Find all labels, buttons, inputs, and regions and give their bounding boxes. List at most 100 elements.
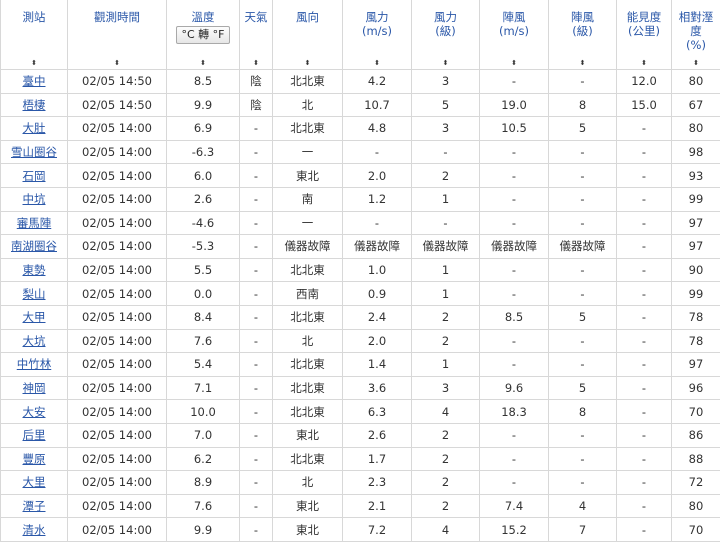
column-header-gust-level[interactable]: 陣風(級)⬍	[549, 0, 617, 70]
cell-wind-force-level: 2	[412, 471, 480, 495]
table-row: 神岡02/05 14:007.1-北北東3.639.65-96	[1, 376, 720, 400]
cell-gust-level: -	[549, 471, 617, 495]
station-link[interactable]: 東勢	[23, 263, 46, 277]
cell-wind-force-level: 2	[412, 494, 480, 518]
column-header-gust-ms[interactable]: 陣風(m/s)⬍	[480, 0, 549, 70]
cell-station: 后里	[1, 423, 68, 447]
cell-visibility: -	[617, 518, 672, 542]
cell-gust-ms: -	[480, 329, 549, 353]
station-link[interactable]: 大甲	[23, 310, 46, 324]
column-header-obs-time[interactable]: 觀測時間⬍	[68, 0, 167, 70]
station-link[interactable]: 大里	[23, 475, 46, 489]
table-row: 后里02/05 14:007.0-東北2.62---86	[1, 423, 720, 447]
station-link[interactable]: 南湖圈谷	[11, 239, 57, 253]
table-row: 審馬陣02/05 14:00-4.6-一-----97	[1, 211, 720, 235]
sort-arrows-icon[interactable]: ⬍	[167, 60, 239, 67]
cell-weather: -	[240, 518, 273, 542]
station-link[interactable]: 大肚	[23, 121, 46, 135]
cell-wind-direction: 北北東	[273, 70, 343, 94]
station-link[interactable]: 雪山圈谷	[11, 145, 57, 159]
sort-arrows-icon[interactable]: ⬍	[1, 60, 67, 67]
column-header-wind-speed-ms[interactable]: 風力(m/s)⬍	[343, 0, 412, 70]
sort-arrows-icon[interactable]: ⬍	[672, 60, 720, 67]
cell-station: 東勢	[1, 258, 68, 282]
column-header-wind-force-level[interactable]: 風力(級)⬍	[412, 0, 480, 70]
station-link[interactable]: 臺中	[23, 74, 46, 88]
station-link[interactable]: 清水	[23, 523, 46, 537]
cell-station: 石岡	[1, 164, 68, 188]
table-row: 大甲02/05 14:008.4-北北東2.428.55-78	[1, 305, 720, 329]
station-link[interactable]: 中竹林	[17, 357, 52, 371]
cell-visibility: -	[617, 423, 672, 447]
cell-wind-speed-ms: 0.9	[343, 282, 412, 306]
cell-obs-time: 02/05 14:00	[68, 471, 167, 495]
cell-humidity: 80	[672, 117, 720, 141]
celsius-fahrenheit-toggle-button[interactable]: °C 轉 °F	[176, 26, 229, 44]
sort-arrows-icon[interactable]: ⬍	[617, 60, 671, 67]
cell-visibility: -	[617, 447, 672, 471]
cell-station: 神岡	[1, 376, 68, 400]
cell-wind-force-level: 1	[412, 258, 480, 282]
cell-wind-speed-ms: 2.0	[343, 164, 412, 188]
cell-weather: 陰	[240, 70, 273, 94]
cell-obs-time: 02/05 14:00	[68, 353, 167, 377]
cell-wind-speed-ms: 7.2	[343, 518, 412, 542]
cell-gust-ms: -	[480, 471, 549, 495]
cell-humidity: 70	[672, 400, 720, 424]
station-link[interactable]: 石岡	[23, 169, 46, 183]
cell-visibility: -	[617, 376, 672, 400]
table-row: 東勢02/05 14:005.5-北北東1.01---90	[1, 258, 720, 282]
column-header-wind-direction[interactable]: 風向 ⬍	[273, 0, 343, 70]
station-link[interactable]: 梨山	[23, 287, 46, 301]
station-link[interactable]: 豐原	[23, 452, 46, 466]
cell-temperature: -5.3	[167, 235, 240, 259]
table-header: 測站⬍觀測時間⬍溫度°C 轉 °F⬍天氣⬍風向⬍風力(m/s)⬍風力(級)⬍陣風…	[1, 0, 720, 70]
station-link[interactable]: 大安	[23, 405, 46, 419]
cell-wind-direction: 北	[273, 329, 343, 353]
cell-humidity: 88	[672, 447, 720, 471]
station-link[interactable]: 審馬陣	[17, 216, 52, 230]
cell-temperature: 10.0	[167, 400, 240, 424]
cell-gust-level: 5	[549, 376, 617, 400]
column-header-humidity[interactable]: 相對溼度(%)⬍	[672, 0, 720, 70]
column-header-temperature[interactable]: 溫度°C 轉 °F⬍	[167, 0, 240, 70]
station-link[interactable]: 大坑	[23, 334, 46, 348]
column-header-weather[interactable]: 天氣⬍	[240, 0, 273, 70]
table-row: 中竹林02/05 14:005.4-北北東1.41---97	[1, 353, 720, 377]
station-link[interactable]: 后里	[23, 428, 46, 442]
station-link[interactable]: 中坑	[23, 192, 46, 206]
cell-wind-direction: 北	[273, 471, 343, 495]
station-link[interactable]: 神岡	[23, 381, 46, 395]
sort-arrows-icon[interactable]: ⬍	[273, 60, 342, 67]
cell-humidity: 80	[672, 494, 720, 518]
sort-arrows-icon[interactable]: ⬍	[549, 60, 616, 67]
station-link[interactable]: 潭子	[23, 499, 46, 513]
sort-arrows-icon[interactable]: ⬍	[480, 60, 548, 67]
cell-wind-force-level: 3	[412, 376, 480, 400]
cell-station: 大甲	[1, 305, 68, 329]
sort-arrows-icon[interactable]: ⬍	[68, 60, 166, 67]
cell-weather: -	[240, 164, 273, 188]
table-row: 梧棲02/05 14:509.9陰北10.7519.0815.067	[1, 93, 720, 117]
column-header-station[interactable]: 測站⬍	[1, 0, 68, 70]
sort-arrows-icon[interactable]: ⬍	[240, 60, 272, 67]
column-header-visibility[interactable]: 能見度(公里)⬍	[617, 0, 672, 70]
cell-wind-direction: 東北	[273, 164, 343, 188]
column-header-label: 能見度	[619, 10, 669, 24]
cell-humidity: 78	[672, 329, 720, 353]
cell-wind-direction: 一	[273, 140, 343, 164]
cell-temperature: 8.5	[167, 70, 240, 94]
cell-wind-force-level: 2	[412, 447, 480, 471]
cell-wind-direction: 西南	[273, 282, 343, 306]
cell-humidity: 80	[672, 70, 720, 94]
cell-obs-time: 02/05 14:00	[68, 329, 167, 353]
cell-gust-ms: 19.0	[480, 93, 549, 117]
column-header-label: 風向	[275, 10, 340, 24]
cell-visibility: -	[617, 494, 672, 518]
station-link[interactable]: 梧棲	[23, 98, 46, 112]
cell-wind-speed-ms: 10.7	[343, 93, 412, 117]
sort-arrows-icon[interactable]: ⬍	[412, 60, 479, 67]
sort-arrows-icon[interactable]: ⬍	[343, 60, 411, 67]
cell-temperature: 0.0	[167, 282, 240, 306]
cell-visibility: 12.0	[617, 70, 672, 94]
